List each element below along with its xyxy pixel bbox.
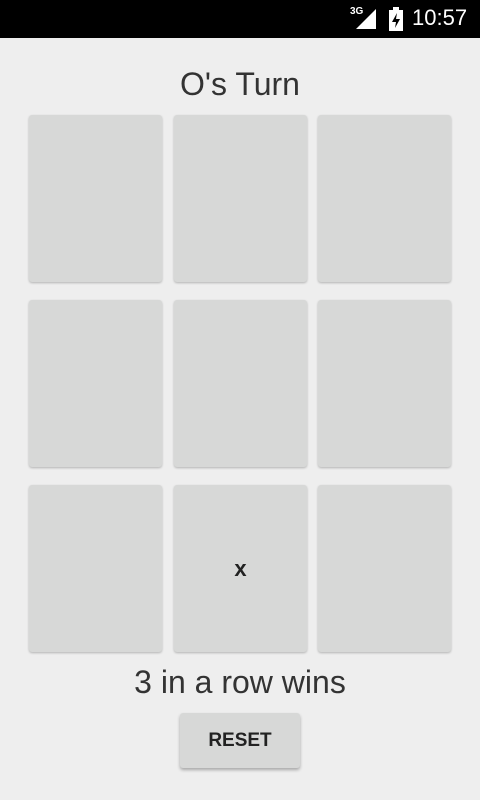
reset-button[interactable]: RESET xyxy=(180,713,300,768)
game-board: x xyxy=(29,115,452,652)
board-cell-r2-c3[interactable] xyxy=(318,300,451,467)
board-cell-r2-c2[interactable] xyxy=(174,300,307,467)
board-cell-r3-c3[interactable] xyxy=(318,485,451,652)
status-bar: 3G 10:57 xyxy=(0,0,480,38)
board-cell-r2-c1[interactable] xyxy=(29,300,162,467)
board-cell-r3-c2[interactable]: x xyxy=(174,485,307,652)
turn-indicator: O's Turn xyxy=(180,66,300,102)
board-cell-r1-c1[interactable] xyxy=(29,115,162,282)
win-rule-label: 3 in a row wins xyxy=(134,664,346,700)
board-cell-r1-c3[interactable] xyxy=(318,115,451,282)
status-clock: 10:57 xyxy=(412,5,468,30)
battery-icon xyxy=(389,7,403,31)
board-cell-r3-c1[interactable] xyxy=(29,485,162,652)
signal-icon xyxy=(356,9,376,29)
board-cell-r1-c2[interactable] xyxy=(174,115,307,282)
